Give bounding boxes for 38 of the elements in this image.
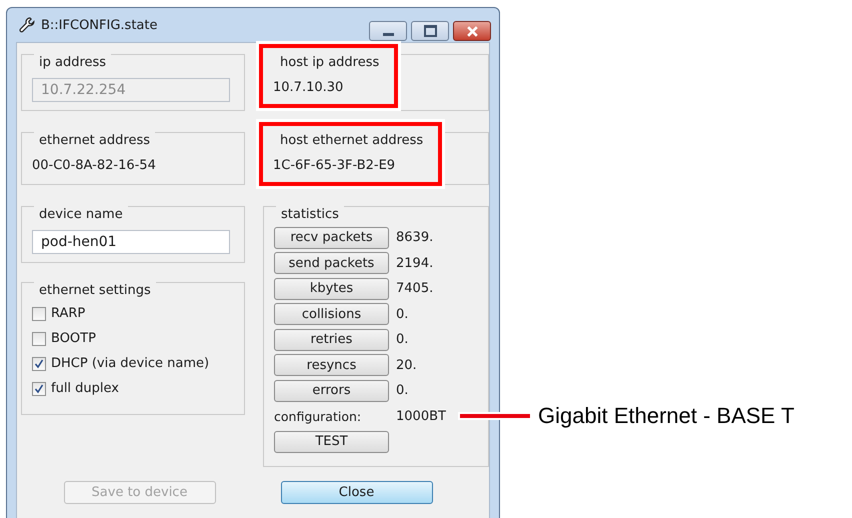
counter-value: 2194. <box>396 256 434 270</box>
test-button[interactable]: TEST <box>274 430 389 452</box>
maximize-button[interactable] <box>411 21 449 41</box>
dialog-button[interactable]: Close <box>280 480 432 504</box>
counter-value: 8639. <box>396 230 434 245</box>
checkbox[interactable] <box>32 356 46 370</box>
counter-button[interactable]: recv packets <box>274 226 389 248</box>
device-name-field[interactable]: pod-hen01 <box>32 230 230 254</box>
checkbox[interactable] <box>32 382 46 396</box>
address-value: 10.7.10.30 <box>273 79 344 97</box>
wrench-icon <box>19 17 35 33</box>
address-value: 1C-6F-65-3F-B2-E9 <box>273 157 396 175</box>
close-icon <box>466 26 478 36</box>
checkbox-label: RARP <box>51 306 86 321</box>
group-label: ip address <box>34 54 112 72</box>
configuration-value: 1000BT <box>396 408 446 424</box>
counter-value: 0. <box>396 383 408 398</box>
checkbox[interactable] <box>32 332 46 346</box>
configuration-label: configuration: <box>274 408 362 424</box>
counter-button[interactable]: errors <box>274 380 389 402</box>
checkbox-label: BOOTP <box>51 331 96 346</box>
counter-value: 20. <box>396 358 417 372</box>
counter-value: 7405. <box>396 281 434 296</box>
minimize-button[interactable] <box>369 21 407 41</box>
checkbox[interactable] <box>32 306 46 320</box>
checkbox-label: full duplex <box>51 381 119 396</box>
group-label: ethernet settings <box>34 282 156 300</box>
counter-value: 0. <box>396 332 408 347</box>
counter-button[interactable]: retries <box>274 328 389 350</box>
checkbox-label: DHCP (via device name) <box>51 356 210 371</box>
counter-button[interactable]: resyncs <box>274 354 389 376</box>
counter-button[interactable]: send packets <box>274 252 389 274</box>
counter-value: 0. <box>396 306 408 322</box>
counter-button[interactable]: kbytes <box>274 278 389 300</box>
counter-button[interactable]: collisions <box>274 303 389 325</box>
close-window-button[interactable] <box>453 21 491 41</box>
address-value: 00-C0-8A-82-16-54 <box>32 157 156 175</box>
window-title: B::IFCONFIG.state <box>41 18 158 32</box>
